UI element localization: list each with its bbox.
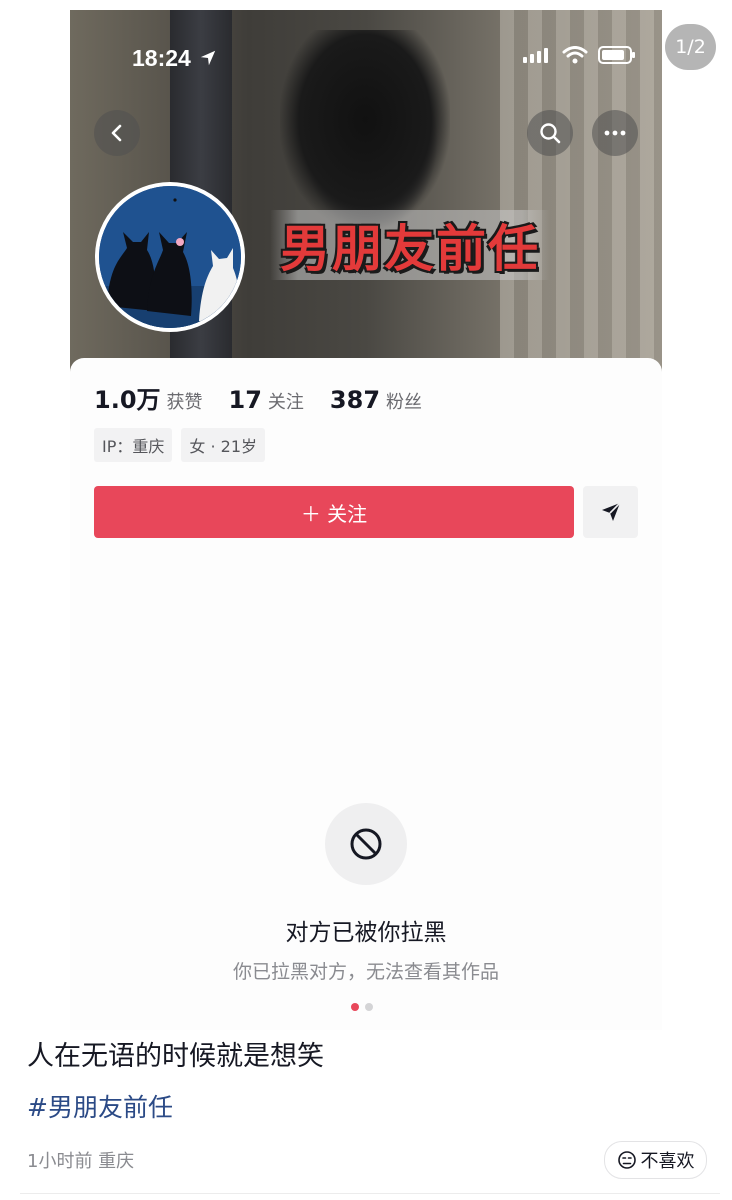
- more-icon: [604, 130, 626, 136]
- profile-tags: IP：重庆 女 · 21岁: [94, 428, 265, 462]
- share-icon: [601, 502, 621, 521]
- blocked-state-icon: [325, 803, 407, 885]
- location-arrow-icon: [201, 50, 216, 66]
- likes-count: 1.0万: [94, 386, 161, 414]
- screenshot-card: 18:24 男朋友前任 1.0万 获赞 17 关注 387 粉丝 IP：重庆 女…: [70, 10, 662, 1030]
- ip-location-tag: IP：重庆: [94, 428, 173, 462]
- avatar[interactable]: [95, 182, 245, 332]
- follow-button[interactable]: ＋ 关注: [94, 486, 574, 538]
- more-button[interactable]: [592, 110, 638, 156]
- followers-label[interactable]: 粉丝: [386, 388, 422, 414]
- search-button[interactable]: [527, 110, 573, 156]
- banner-curtain: [500, 10, 662, 375]
- dislike-button[interactable]: 不喜欢: [604, 1141, 707, 1179]
- following-label[interactable]: 关注: [268, 388, 304, 414]
- profile-info: 1.0万 获赞 17 关注 387 粉丝 IP：重庆 女 · 21岁 ＋ 关注: [70, 358, 662, 558]
- gender-age-tag: 女 · 21岁: [181, 428, 265, 462]
- divider: [20, 1193, 720, 1194]
- likes-label: 获赞: [166, 392, 203, 413]
- banner-cat-image: [280, 30, 450, 230]
- share-button[interactable]: [583, 486, 638, 538]
- blocked-title: 对方已被你拉黑: [285, 920, 447, 946]
- followers-count[interactable]: 387: [330, 386, 380, 414]
- carousel-dot-1[interactable]: [351, 1003, 359, 1011]
- status-time-text: 18:24: [132, 45, 191, 71]
- post-meta: 1小时前 重庆: [27, 1151, 135, 1172]
- profile-banner: 18:24 男朋友前任: [70, 10, 662, 375]
- back-button[interactable]: [94, 110, 140, 156]
- avatar-cats-image: [99, 186, 241, 328]
- post-hashtag[interactable]: #男朋友前任: [27, 1088, 173, 1124]
- dislike-label: 不喜欢: [640, 1151, 695, 1172]
- status-time: 18:24: [132, 45, 217, 72]
- carousel-indicator: [351, 1003, 373, 1011]
- profile-stats: 1.0万 获赞 17 关注 387 粉丝: [94, 380, 448, 415]
- banner-caption: 男朋友前任: [270, 210, 550, 280]
- blocked-icon: [350, 828, 382, 860]
- carousel-dot-2[interactable]: [365, 1003, 373, 1011]
- page-counter: 1/2: [665, 24, 716, 70]
- blocked-description: 你已拉黑对方，无法查看其作品: [232, 961, 499, 983]
- back-icon: [111, 124, 122, 142]
- following-count[interactable]: 17: [229, 386, 262, 414]
- dislike-icon: [617, 1151, 636, 1169]
- post-text: 人在无语的时候就是想笑: [27, 1041, 324, 1072]
- signal-icon: [523, 48, 548, 63]
- status-icons: [522, 46, 636, 64]
- search-icon: [540, 123, 561, 144]
- wifi-icon: [562, 46, 588, 64]
- battery-icon: [598, 46, 635, 64]
